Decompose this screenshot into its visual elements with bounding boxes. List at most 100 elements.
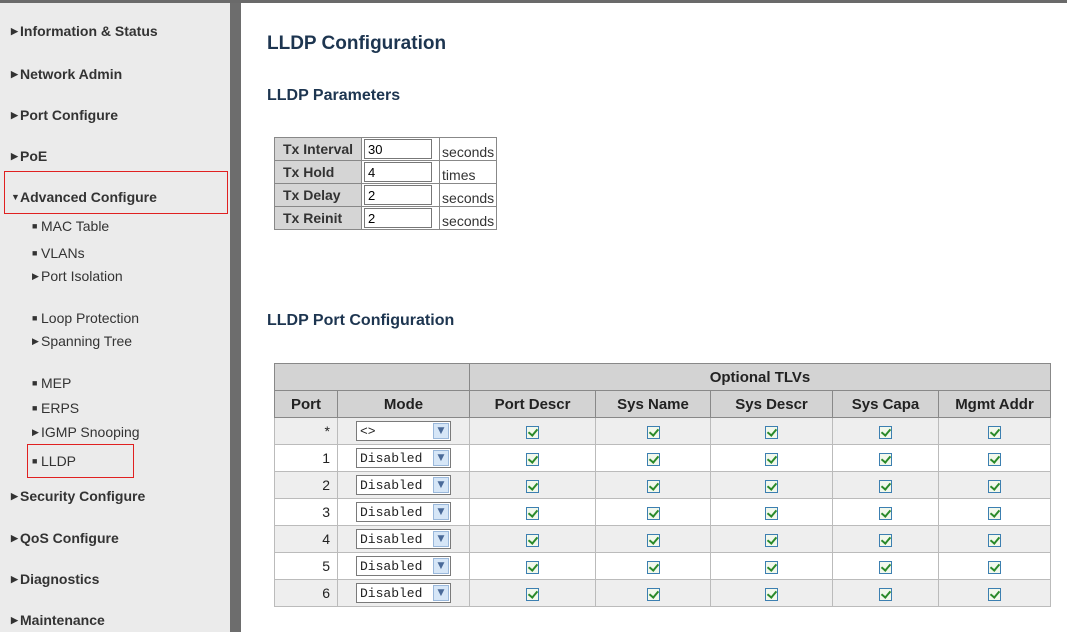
sidebar-item-network-admin[interactable]: ▶ Network Admin <box>11 66 122 82</box>
chevron-down-icon[interactable]: ▼ <box>433 531 449 547</box>
tx-interval-unit: seconds <box>439 137 498 161</box>
mode-select[interactable]: Disabled ▼ <box>356 502 451 522</box>
mode-select-value: Disabled <box>360 585 423 601</box>
port-descr-checkbox[interactable] <box>526 533 539 547</box>
sys-capa-checkbox[interactable] <box>879 425 892 439</box>
sys-descr-checkbox[interactable] <box>765 452 778 466</box>
sidebar-item-poe[interactable]: ▶ PoE <box>11 148 47 164</box>
port-descr-checkbox[interactable] <box>526 425 539 439</box>
sidebar-subitem-lldp[interactable]: ■ LLDP <box>32 453 76 469</box>
triangle-right-icon: ▶ <box>32 271 39 281</box>
sys-name-checkbox[interactable] <box>646 506 660 520</box>
tx-hold-input[interactable] <box>364 162 433 182</box>
port-cell: 4 <box>274 525 338 553</box>
mode-select[interactable]: Disabled ▼ <box>356 475 451 495</box>
sidebar-item-qos-configure[interactable]: ▶ QoS Configure <box>11 530 119 546</box>
sys-name-checkbox[interactable] <box>646 479 660 493</box>
sidebar-subitem-mep[interactable]: ■ MEP <box>32 375 71 391</box>
sys-name-checkbox[interactable] <box>646 452 660 466</box>
sys-descr-checkbox[interactable] <box>765 587 778 601</box>
tx-delay-input[interactable] <box>364 185 433 205</box>
port-descr-checkbox[interactable] <box>526 560 539 574</box>
sidebar-item-maintenance[interactable]: ▶ Maintenance <box>11 612 105 628</box>
mgmt-addr-checkbox[interactable] <box>988 560 1001 574</box>
mode-select-value: Disabled <box>360 531 423 547</box>
mode-select[interactable]: Disabled ▼ <box>356 448 451 468</box>
sys-capa-cell <box>832 552 939 580</box>
mode-select[interactable]: <> ▼ <box>356 421 451 441</box>
mgmt-addr-checkbox[interactable] <box>988 425 1001 439</box>
table-row: * <> ▼ <box>274 417 1051 445</box>
tx-interval-input[interactable] <box>364 139 433 159</box>
mode-select[interactable]: Disabled ▼ <box>356 556 451 576</box>
sys-capa-checkbox[interactable] <box>879 452 892 466</box>
sys-descr-checkbox[interactable] <box>765 425 778 439</box>
chevron-down-icon[interactable]: ▼ <box>433 450 449 466</box>
port-descr-checkbox[interactable] <box>526 506 539 520</box>
sidebar-subitem-spanning-tree[interactable]: ▶ Spanning Tree <box>32 333 132 349</box>
sys-descr-checkbox[interactable] <box>765 506 778 520</box>
sidebar-nav: ▶ Information & Status ▶ Network Admin ▶ Po… <box>0 3 230 632</box>
sys-capa-checkbox[interactable] <box>879 533 892 547</box>
chevron-down-icon[interactable]: ▼ <box>433 423 449 439</box>
table-header-group-row: Optional TLVs <box>274 363 1051 391</box>
port-cell: 2 <box>274 471 338 499</box>
sidebar-item-information-status[interactable]: ▶ Information & Status <box>11 23 158 39</box>
sys-descr-checkbox[interactable] <box>765 560 778 574</box>
sidebar-subitem-vlans[interactable]: ■ VLANs <box>32 245 85 261</box>
sys-capa-checkbox[interactable] <box>879 479 892 493</box>
sys-descr-cell <box>710 579 833 607</box>
port-descr-cell <box>469 552 596 580</box>
mgmt-addr-checkbox[interactable] <box>988 533 1001 547</box>
port-cell: * <box>274 417 338 445</box>
sys-name-checkbox[interactable] <box>646 560 660 574</box>
mgmt-addr-checkbox[interactable] <box>988 587 1001 601</box>
mode-cell: <> ▼ <box>337 417 470 445</box>
sys-descr-cell <box>710 552 833 580</box>
col-header-port-descr: Port Descr <box>469 390 596 418</box>
lldp-port-table: Optional TLVs Port Mode Port Descr Sys N… <box>274 363 1051 607</box>
sys-descr-checkbox[interactable] <box>765 533 778 547</box>
mgmt-addr-checkbox[interactable] <box>988 506 1001 520</box>
port-descr-checkbox[interactable] <box>526 587 539 601</box>
chevron-down-icon[interactable]: ▼ <box>433 585 449 601</box>
sidebar-item-security-configure[interactable]: ▶ Security Configure <box>11 488 145 504</box>
mgmt-addr-checkbox[interactable] <box>988 479 1001 493</box>
table-row: 2 Disabled ▼ <box>274 471 1051 499</box>
sys-capa-checkbox[interactable] <box>879 587 892 601</box>
mode-select[interactable]: Disabled ▼ <box>356 529 451 549</box>
port-descr-cell <box>469 579 596 607</box>
table-header-row: Port Mode Port Descr Sys Name Sys Descr … <box>274 390 1051 418</box>
sidebar-item-port-configure[interactable]: ▶ Port Configure <box>11 107 118 123</box>
sys-descr-checkbox[interactable] <box>765 479 778 493</box>
sys-descr-cell <box>710 471 833 499</box>
tx-delay-label: Tx Delay <box>273 183 363 207</box>
sidebar-item-advanced-configure[interactable]: ▼Advanced Configure <box>11 189 157 205</box>
sys-name-cell <box>595 444 711 472</box>
chevron-down-icon[interactable]: ▼ <box>433 558 449 574</box>
sidebar-subitem-igmp-snooping[interactable]: ▶ IGMP Snooping <box>32 424 140 440</box>
port-descr-checkbox[interactable] <box>526 452 539 466</box>
sys-name-checkbox[interactable] <box>646 533 660 547</box>
chevron-down-icon[interactable]: ▼ <box>433 477 449 493</box>
sidebar-subitem-erps[interactable]: ■ ERPS <box>32 400 79 416</box>
sidebar-subitem-port-isolation[interactable]: ▶ Port Isolation <box>32 268 123 284</box>
triangle-right-icon: ▶ <box>11 574 18 584</box>
chevron-down-icon[interactable]: ▼ <box>433 504 449 520</box>
sys-capa-checkbox[interactable] <box>879 560 892 574</box>
mode-cell: Disabled ▼ <box>337 552 470 580</box>
params-heading: LLDP Parameters <box>267 87 401 104</box>
mgmt-addr-checkbox[interactable] <box>988 452 1001 466</box>
sys-descr-cell <box>710 498 833 526</box>
sidebar-subitem-mac-table[interactable]: ■ MAC Table <box>32 218 109 234</box>
sys-name-checkbox[interactable] <box>646 587 660 601</box>
param-row-tx-hold: Tx Hold times <box>273 160 498 184</box>
sys-capa-cell <box>832 417 939 445</box>
sys-capa-checkbox[interactable] <box>879 506 892 520</box>
sidebar-subitem-loop-protection[interactable]: ■ Loop Protection <box>32 310 139 326</box>
tx-reinit-input[interactable] <box>364 208 433 228</box>
port-descr-checkbox[interactable] <box>526 479 539 493</box>
sidebar-item-diagnostics[interactable]: ▶ Diagnostics <box>11 571 99 587</box>
sys-name-checkbox[interactable] <box>646 425 660 439</box>
mode-select[interactable]: Disabled ▼ <box>356 583 451 603</box>
